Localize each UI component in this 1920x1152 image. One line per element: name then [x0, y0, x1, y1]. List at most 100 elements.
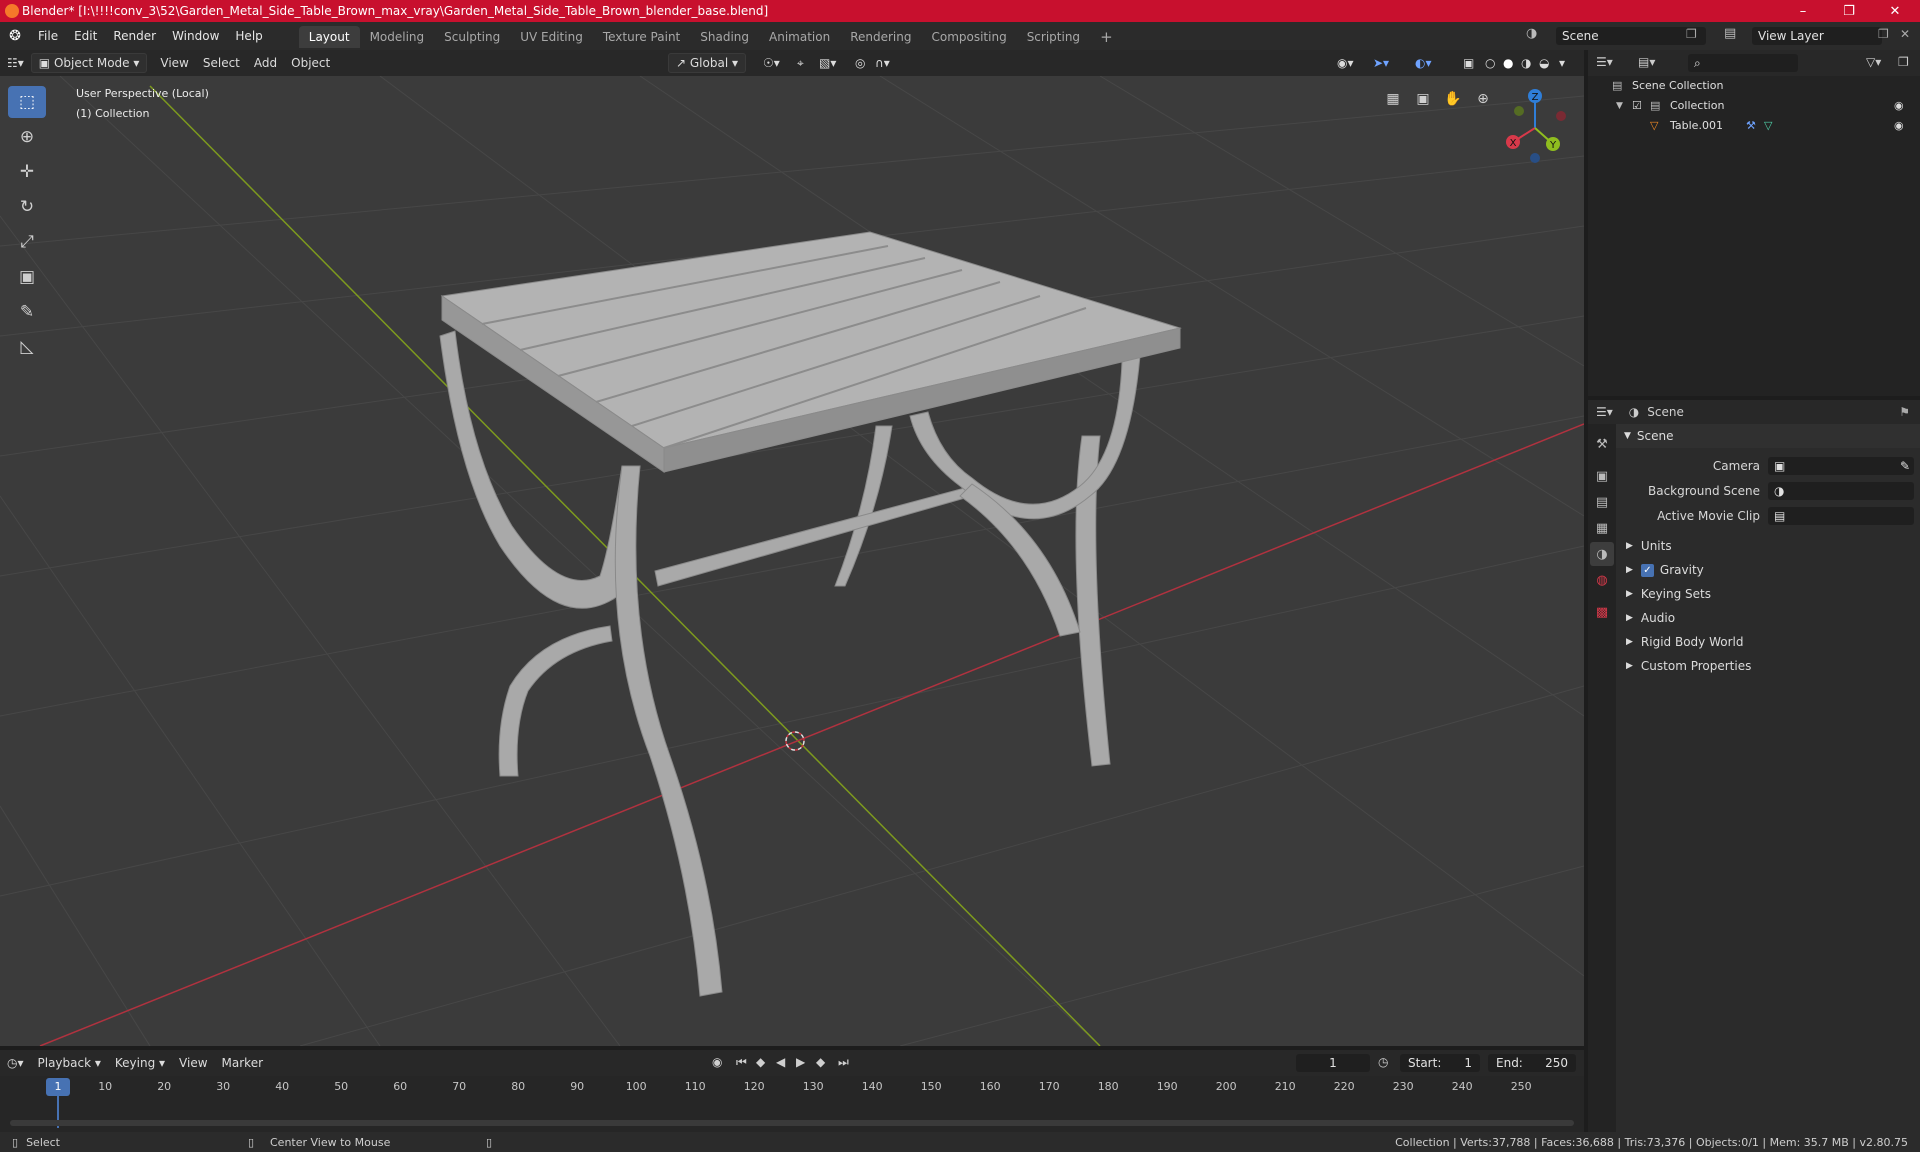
navigation-gizmo[interactable]: Z X Y	[1495, 86, 1575, 166]
jump-start-icon[interactable]: ⏮	[736, 1055, 747, 1070]
timeline-scrollbar[interactable]	[10, 1120, 1574, 1126]
custom-properties-section[interactable]: ▶ Custom Properties	[1616, 654, 1920, 678]
timeline-area[interactable]: 10 20 30 40 50 60 70 80 90 100 110 120 130 140 150 160 1…	[0, 1076, 1584, 1132]
scene-tab-icon[interactable]: ◑	[1590, 542, 1614, 566]
keying-sets-section[interactable]: ▶ Keying Sets	[1616, 582, 1920, 606]
properties-editor-type-icon[interactable]: ☰▾	[1596, 405, 1613, 419]
output-tab-icon[interactable]: ▤	[1590, 490, 1614, 514]
pivot-icon[interactable]: ☉▾	[756, 54, 787, 72]
timeline-menu-view[interactable]: View	[172, 1054, 214, 1072]
view-layer-selector[interactable]: View Layer	[1752, 27, 1882, 45]
tab-sculpting[interactable]: Sculpting	[434, 26, 510, 48]
timeline-editor-type-icon[interactable]: ◷▾	[0, 1054, 31, 1072]
menu-window[interactable]: Window	[164, 22, 227, 50]
snap-icon[interactable]: ⌖	[790, 54, 811, 73]
tab-animation[interactable]: Animation	[759, 26, 840, 48]
gravity-checkbox[interactable]: ✓	[1640, 563, 1654, 577]
tab-rendering[interactable]: Rendering	[840, 26, 921, 48]
transform-tool-icon[interactable]: ▣	[8, 261, 46, 293]
next-keyframe-icon[interactable]: ◆	[816, 1055, 825, 1069]
tab-scripting[interactable]: Scripting	[1017, 26, 1090, 48]
menu-help[interactable]: Help	[227, 22, 270, 50]
gravity-section[interactable]: ▶ ✓ Gravity	[1616, 558, 1920, 582]
outliner-row-collection[interactable]: ▼ ☑ ▤ Collection ◉	[1588, 96, 1920, 116]
blender-menu-icon[interactable]: ❂	[0, 28, 30, 44]
outliner-row-scene-collection[interactable]: ▤ Scene Collection	[1588, 76, 1920, 96]
play-icon[interactable]: ▶	[796, 1055, 805, 1069]
playhead[interactable]: 1	[46, 1078, 70, 1096]
scene-icon[interactable]: ◑	[1526, 26, 1537, 41]
stopwatch-icon[interactable]: ◷	[1378, 1055, 1388, 1069]
checkbox-icon[interactable]: ☑	[1632, 96, 1642, 116]
cursor-tool-icon[interactable]: ⊕	[8, 121, 46, 153]
prev-keyframe-icon[interactable]: ◆	[756, 1055, 765, 1069]
scene-panel-header[interactable]: ▼ Scene	[1616, 424, 1920, 448]
play-reverse-icon[interactable]: ◀	[776, 1055, 785, 1069]
rotate-tool-icon[interactable]: ↻	[8, 191, 46, 223]
viewport-menu-object[interactable]: Object	[284, 54, 337, 72]
shading-options-icon[interactable]: ▾	[1552, 54, 1572, 72]
tab-modeling[interactable]: Modeling	[360, 26, 435, 48]
current-frame-field[interactable]: 1	[1296, 1054, 1370, 1072]
move-tool-icon[interactable]: ✛	[8, 156, 46, 188]
new-scene-icon[interactable]: ❐	[1686, 27, 1697, 41]
minimize-icon[interactable]: –	[1780, 0, 1826, 22]
camera-field[interactable]: ▣ ✎	[1768, 457, 1914, 475]
tool-tab-icon[interactable]: ⚒	[1590, 432, 1614, 456]
movie-clip-field[interactable]: ▤	[1768, 507, 1914, 525]
tab-texture-paint[interactable]: Texture Paint	[593, 26, 690, 48]
pin-icon[interactable]: ⚑	[1899, 405, 1910, 419]
viewport-menu-select[interactable]: Select	[196, 54, 247, 72]
pan-hand-icon[interactable]: ✋	[1440, 86, 1466, 112]
tab-shading[interactable]: Shading	[690, 26, 759, 48]
scale-tool-icon[interactable]: ⤢	[8, 226, 46, 258]
overlay-toggle-icon[interactable]: ◐▾	[1408, 54, 1439, 72]
background-scene-field[interactable]: ◑	[1768, 482, 1914, 500]
filter-icon[interactable]: ▽▾	[1866, 55, 1881, 69]
camera-view-icon[interactable]: ▣	[1410, 86, 1436, 112]
viewport-menu-add[interactable]: Add	[247, 54, 284, 72]
zoom-icon[interactable]: ⊕	[1470, 86, 1496, 112]
outliner-row-table[interactable]: ▽ Table.001 ⚒ ▽ ◉	[1588, 116, 1920, 136]
grid-view-icon[interactable]: ▦	[1380, 86, 1406, 112]
scene-selector[interactable]: Scene	[1556, 27, 1706, 45]
display-mode-icon[interactable]: ▤▾	[1638, 55, 1655, 69]
outliner-editor-type-icon[interactable]: ☰▾	[1596, 55, 1613, 69]
maximize-icon[interactable]: ❐	[1826, 0, 1872, 22]
expand-toggle-icon[interactable]: ▼	[1616, 96, 1623, 116]
outliner-search-input[interactable]: ⌕	[1688, 54, 1798, 72]
world-tab-icon[interactable]: ◍	[1590, 568, 1614, 592]
3d-cursor[interactable]	[785, 731, 805, 751]
render-tab-icon[interactable]: ▣	[1590, 464, 1614, 488]
3d-viewport[interactable]: User Perspective (Local) (1) Collection …	[0, 76, 1584, 1046]
mode-selector[interactable]: ▣ Object Mode ▾	[30, 53, 148, 73]
record-icon[interactable]: ◉	[712, 1055, 722, 1069]
gizmo-toggle-icon[interactable]: ➤▾	[1366, 54, 1396, 72]
eye-icon[interactable]: ◉	[1894, 96, 1904, 116]
timeline-menu-playback[interactable]: Playback ▾	[31, 1054, 108, 1072]
units-section[interactable]: ▶ Units	[1616, 534, 1920, 558]
modifier-icon[interactable]: ⚒	[1746, 116, 1756, 136]
close-icon[interactable]: ✕	[1872, 0, 1918, 22]
rigid-body-world-section[interactable]: ▶ Rigid Body World	[1616, 630, 1920, 654]
new-collection-icon[interactable]: ❐	[1898, 55, 1909, 69]
audio-section[interactable]: ▶ Audio	[1616, 606, 1920, 630]
tab-compositing[interactable]: Compositing	[921, 26, 1016, 48]
eyedropper-icon[interactable]: ✎	[1900, 459, 1910, 473]
tab-layout[interactable]: Layout	[298, 26, 360, 48]
jump-end-icon[interactable]: ⏭	[838, 1055, 849, 1070]
select-box-tool-icon[interactable]: ⬚	[8, 86, 46, 118]
timeline-menu-keying[interactable]: Keying ▾	[108, 1054, 172, 1072]
table-model[interactable]	[439, 231, 1182, 997]
falloff-icon[interactable]: ∩▾	[868, 54, 897, 72]
snap-target-icon[interactable]: ▧▾	[812, 54, 843, 72]
start-frame-field[interactable]: Start: 1	[1400, 1054, 1480, 1072]
end-frame-field[interactable]: End: 250	[1488, 1054, 1576, 1072]
measure-tool-icon[interactable]: ◺	[8, 331, 46, 363]
texture-tab-icon[interactable]: ▩	[1590, 600, 1614, 624]
mesh-data-icon[interactable]: ▽	[1764, 116, 1772, 136]
view-layer-tab-icon[interactable]: ▦	[1590, 516, 1614, 540]
view-layer-icon[interactable]: ▤	[1724, 26, 1736, 41]
editor-type-icon[interactable]: ☷▾	[0, 54, 31, 72]
orientation-selector[interactable]: ↗ Global ▾	[668, 53, 746, 73]
